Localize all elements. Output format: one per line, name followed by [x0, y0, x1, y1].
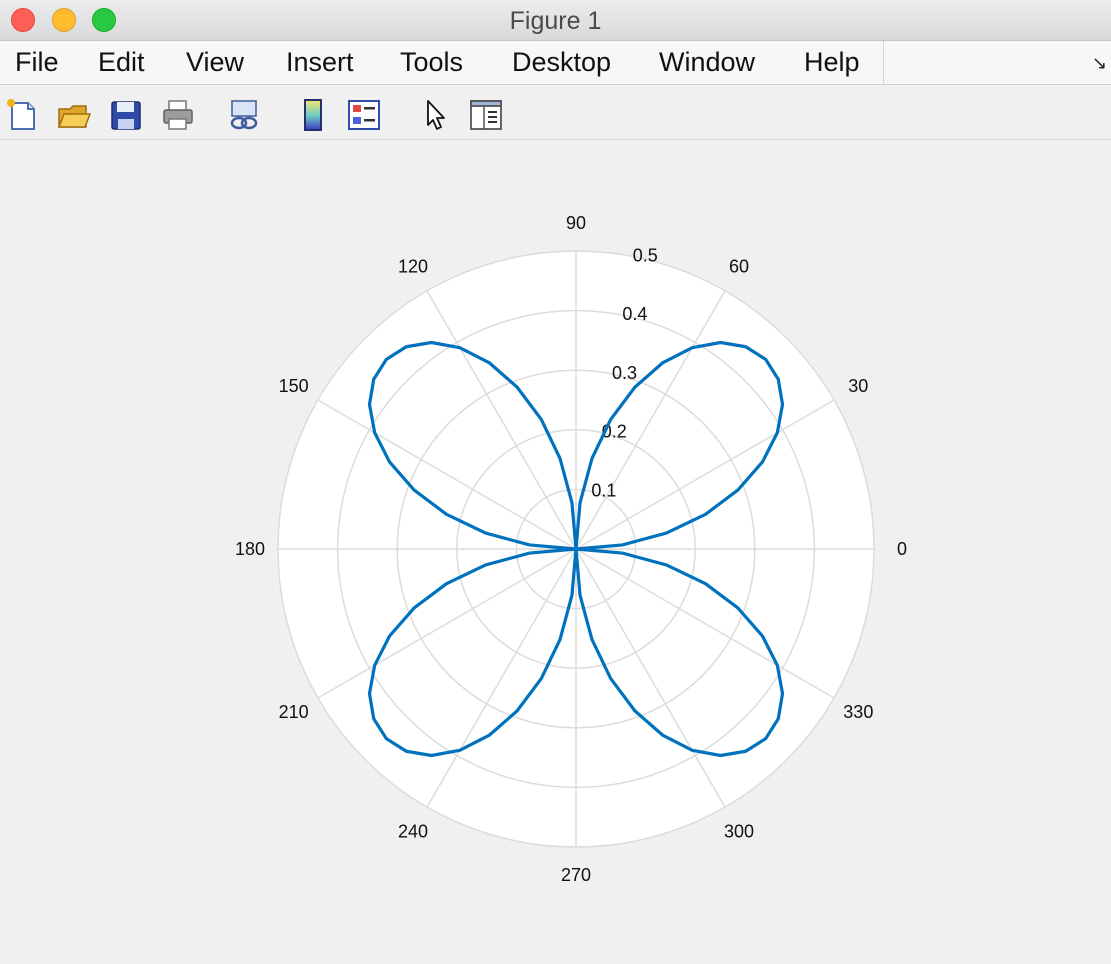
theta-tick-label: 300 [724, 821, 754, 841]
polar-axes: 03060901201501802102402703003300.10.20.3… [235, 213, 907, 885]
theta-tick-label: 270 [561, 865, 591, 885]
menu-divider [883, 41, 884, 85]
insert-colorbar-icon[interactable] [296, 97, 332, 133]
theta-tick-label: 330 [843, 702, 873, 722]
menu-help[interactable]: Help [804, 47, 860, 78]
menu-tools[interactable]: Tools [400, 47, 463, 78]
window-title: Figure 1 [509, 7, 602, 35]
print-icon[interactable] [160, 97, 196, 133]
figure-toolbar [0, 85, 1111, 140]
new-figure-icon[interactable] [4, 97, 40, 133]
insert-legend-icon[interactable] [346, 97, 382, 133]
menu-desktop[interactable]: Desktop [512, 47, 611, 78]
property-inspector-icon[interactable] [468, 97, 504, 133]
theta-tick-label: 210 [279, 702, 309, 722]
menu-bar: File Edit View Insert Tools Desktop Wind… [0, 41, 1111, 85]
theta-tick-label: 0 [897, 539, 907, 559]
menu-file[interactable]: File [15, 47, 59, 78]
menu-window[interactable]: Window [659, 47, 755, 78]
polar-plot[interactable]: 03060901201501802102402703003300.10.20.3… [0, 141, 1111, 964]
theta-tick-label: 30 [848, 376, 868, 396]
menu-insert[interactable]: Insert [286, 47, 354, 78]
theta-tick-label: 240 [398, 821, 428, 841]
theta-tick-label: 150 [279, 376, 309, 396]
menu-view[interactable]: View [186, 47, 244, 78]
r-tick-label: 0.4 [622, 304, 647, 324]
open-file-icon[interactable] [56, 97, 92, 133]
r-tick-label: 0.1 [591, 480, 616, 500]
save-icon[interactable] [108, 97, 144, 133]
theta-tick-label: 60 [729, 257, 749, 277]
link-plot-icon[interactable] [226, 97, 262, 133]
theta-tick-label: 180 [235, 539, 265, 559]
menu-edit[interactable]: Edit [98, 47, 145, 78]
r-tick-label: 0.3 [612, 363, 637, 383]
dock-figure-icon[interactable]: ↘ [1092, 53, 1107, 74]
theta-tick-label: 120 [398, 257, 428, 277]
r-tick-label: 0.5 [633, 246, 658, 266]
theta-tick-label: 90 [566, 213, 586, 233]
window-titlebar: Figure 1 [0, 0, 1111, 41]
edit-plot-pointer-icon[interactable] [418, 97, 454, 133]
